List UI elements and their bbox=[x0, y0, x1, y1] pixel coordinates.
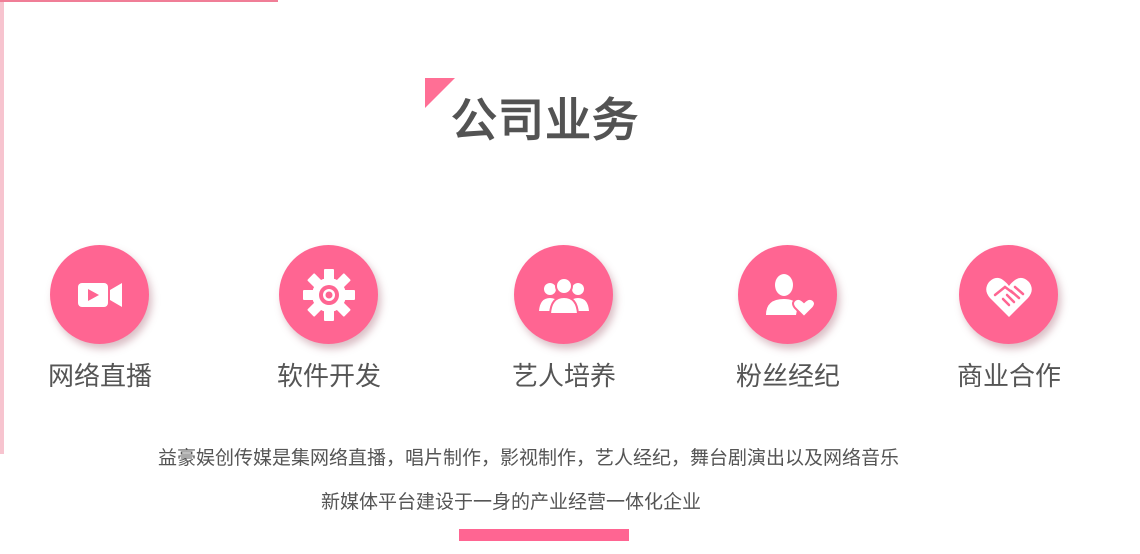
service-icon-circle[interactable] bbox=[959, 245, 1058, 344]
video-camera-icon bbox=[77, 282, 122, 307]
handshake-heart-icon bbox=[985, 277, 1032, 317]
service-artist-training[interactable]: 艺人培养 bbox=[484, 245, 644, 405]
service-icon-circle[interactable] bbox=[738, 245, 837, 344]
service-icon-circle[interactable] bbox=[50, 245, 149, 344]
service-label: 软件开发 bbox=[276, 362, 381, 392]
gear-icon bbox=[302, 268, 355, 321]
bottom-accent-bar bbox=[459, 529, 629, 541]
description-line-1: 益豪娱创传媒是集网络直播，唱片制作，影视制作，艺人经纪，舞台剧演出以及网络音乐 bbox=[158, 447, 900, 469]
left-decorative-bar bbox=[0, 0, 4, 454]
service-live-streaming[interactable]: 网络直播 bbox=[20, 245, 180, 405]
service-icon-circle[interactable] bbox=[514, 245, 613, 344]
service-software-development[interactable]: 软件开发 bbox=[249, 245, 409, 405]
service-label: 网络直播 bbox=[47, 362, 152, 392]
user-heart-icon bbox=[765, 273, 816, 318]
group-people-icon bbox=[538, 276, 589, 315]
section-title: 公司业务 bbox=[451, 93, 639, 147]
description-line-2: 新媒体平台建设于一身的产业经营一体化企业 bbox=[321, 491, 702, 513]
section-header: 公司业务 bbox=[425, 78, 685, 148]
service-label: 商业合作 bbox=[956, 362, 1061, 392]
service-fan-management[interactable]: 粉丝经纪 bbox=[708, 245, 868, 405]
service-icon-circle[interactable] bbox=[279, 245, 378, 344]
top-decorative-line bbox=[0, 0, 278, 2]
service-business-cooperation[interactable]: 商业合作 bbox=[929, 245, 1089, 405]
service-label: 粉丝经纪 bbox=[735, 362, 840, 392]
service-label: 艺人培养 bbox=[511, 362, 616, 392]
